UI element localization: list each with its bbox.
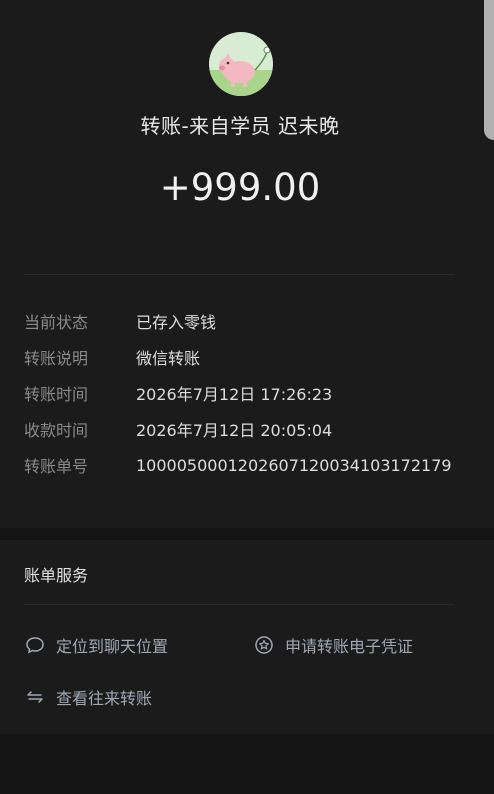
star-badge-icon [253,634,275,656]
view-history-label: 查看往来转账 [56,689,153,708]
detail-value: 2026年7月12日 20:05:04 [136,421,333,440]
avatar[interactable] [209,32,273,96]
scrollbar[interactable] [484,0,494,140]
transfer-title: 转账-来自学员 迟未晚 [140,114,340,138]
detail-row-receive-time: 收款时间 2026年7月12日 20:05:04 [24,417,332,441]
detail-value: 2026年7月12日 17:26:23 [136,385,333,404]
divider [24,604,454,605]
detail-value: 已存入零钱 [136,313,217,332]
locate-chat-label: 定位到聊天位置 [56,637,169,656]
detail-row-status: 当前状态 已存入零钱 [24,309,216,333]
detail-label: 转账说明 [24,349,89,368]
locate-chat-link[interactable]: 定位到聊天位置 [24,633,168,657]
detail-row-note: 转账说明 微信转账 [24,345,200,369]
detail-row-order-number: 转账单号 1000050001202607120034103172179 [24,453,452,477]
view-history-link[interactable]: 查看往来转账 [24,685,152,709]
apply-receipt-label: 申请转账电子凭证 [285,637,414,656]
detail-label: 转账时间 [24,385,89,404]
detail-label: 转账单号 [24,457,89,476]
swap-arrows-icon [24,686,46,708]
chat-bubble-icon [24,634,46,656]
apply-receipt-link[interactable]: 申请转账电子凭证 [253,633,413,657]
divider [24,274,454,275]
detail-row-transfer-time: 转账时间 2026年7月12日 17:26:23 [24,381,332,405]
detail-label: 收款时间 [24,421,89,440]
detail-value: 微信转账 [136,349,201,368]
transfer-amount: +999.00 [159,166,321,209]
pig-avatar-icon [209,32,273,96]
section-title: 账单服务 [24,566,89,585]
detail-value[interactable]: 1000050001202607120034103172179 [136,456,452,475]
detail-label: 当前状态 [24,313,89,332]
